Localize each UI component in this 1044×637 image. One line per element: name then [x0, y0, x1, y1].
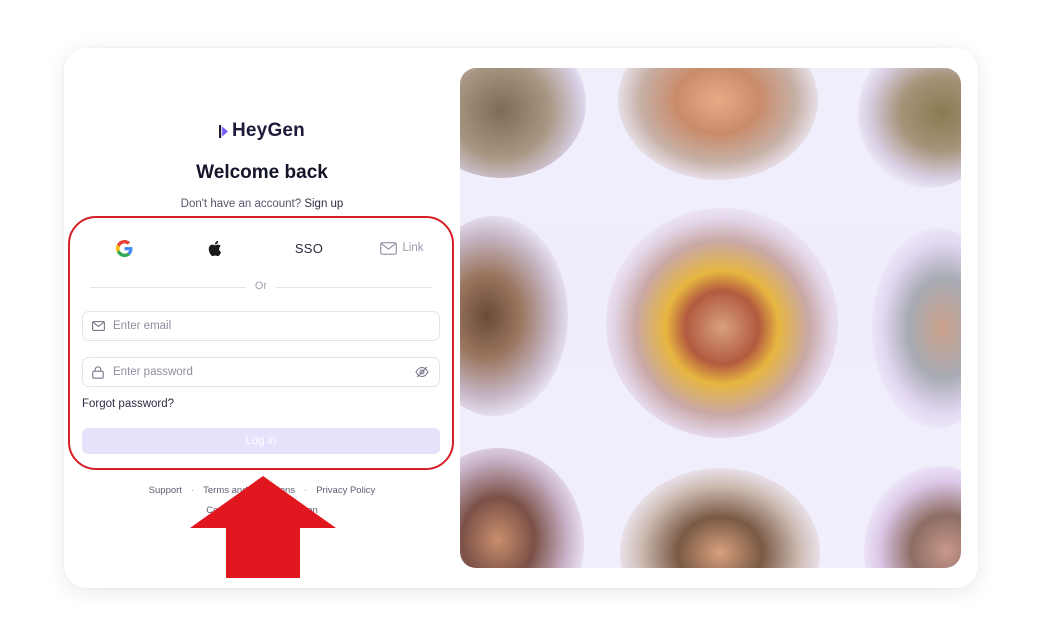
page-title: Welcome back: [196, 162, 328, 183]
avatar-image: [872, 228, 961, 428]
divider-label: Or: [254, 280, 268, 292]
signup-prompt: Don't have an account? Sign up: [64, 198, 460, 210]
mail-icon: [83, 321, 113, 331]
avatar-image: [620, 468, 820, 568]
support-link[interactable]: Support: [149, 485, 182, 496]
lock-icon: [83, 365, 113, 379]
annotation-arrow-icon: [190, 476, 336, 578]
apple-icon: [208, 240, 221, 256]
avatar-image: [460, 216, 568, 416]
email-input[interactable]: [113, 320, 439, 332]
or-divider: Or: [90, 280, 432, 294]
email-link-login-button[interactable]: Link: [378, 236, 426, 260]
password-field[interactable]: [82, 357, 440, 387]
play-logo-icon: [218, 124, 228, 138]
signup-link[interactable]: Sign up: [304, 198, 343, 210]
email-field[interactable]: [82, 311, 440, 341]
avatar-image: [858, 68, 961, 188]
sso-providers: SSO Link: [82, 236, 442, 260]
avatar-image: [606, 208, 838, 438]
apple-login-button[interactable]: [204, 236, 224, 260]
signup-prompt-text: Don't have an account?: [180, 198, 302, 210]
avatar-image: [864, 466, 961, 568]
avatar-image: [460, 68, 586, 178]
forgot-password-link[interactable]: Forgot password?: [82, 398, 174, 410]
avatar-image: [460, 448, 584, 568]
link-label: Link: [402, 242, 424, 254]
mail-icon: [380, 241, 398, 255]
password-input[interactable]: [113, 366, 405, 378]
login-button[interactable]: Log in: [82, 428, 440, 454]
google-icon: [115, 239, 132, 257]
avatar-showcase: [460, 68, 961, 568]
avatar-image: [618, 68, 818, 180]
brand-logo: HeyGen: [64, 120, 460, 142]
divider-line-right: [276, 287, 432, 288]
brand-name: HeyGen: [231, 120, 305, 141]
eye-off-icon[interactable]: [405, 366, 439, 378]
sso-login-button[interactable]: SSO: [292, 236, 326, 260]
google-login-button[interactable]: [114, 236, 134, 260]
